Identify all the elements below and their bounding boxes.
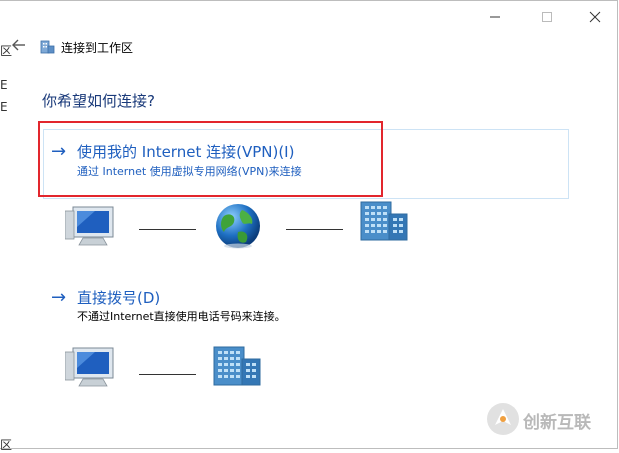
computer-icon — [64, 205, 117, 253]
background-window-text: E — [0, 78, 8, 92]
connection-line — [286, 229, 343, 230]
close-icon — [589, 11, 601, 22]
arrow-right-icon: → — [51, 287, 67, 308]
option-dialup-title[interactable]: 直接拨号(D) — [77, 287, 160, 308]
connection-line — [139, 374, 196, 375]
minimize-button[interactable] — [478, 4, 512, 28]
watermark-text: 创新互联 — [523, 413, 591, 433]
building-icon — [359, 200, 411, 246]
watermark: 创新互联 — [483, 399, 613, 439]
computer-icon — [64, 346, 117, 394]
back-button[interactable] — [10, 36, 28, 54]
building-icon — [212, 345, 264, 391]
option-vpn-title[interactable]: 使用我的 Internet 连接(VPN)(I) — [77, 141, 294, 162]
window-title: 连接到工作区 — [61, 41, 134, 55]
option-dialup-description: 不通过Internet直接使用电话号码来连接。 — [77, 310, 286, 323]
arrow-left-icon — [12, 39, 25, 51]
option-vpn-description: 通过 Internet 使用虚拟专用网络(VPN)来连接 — [77, 165, 302, 178]
page-heading: 你希望如何连接? — [42, 92, 155, 110]
globe-icon — [214, 202, 262, 254]
arrow-right-icon: → — [51, 141, 67, 162]
workplace-icon — [39, 38, 55, 54]
connection-line — [139, 229, 196, 230]
background-window-text: 区 — [0, 438, 13, 452]
watermark-logo-icon — [487, 403, 519, 435]
background-window-text: E — [0, 100, 8, 114]
maximize-icon — [542, 11, 552, 22]
maximize-button[interactable] — [530, 4, 564, 28]
close-button[interactable] — [578, 4, 612, 28]
minimize-icon — [490, 16, 500, 17]
